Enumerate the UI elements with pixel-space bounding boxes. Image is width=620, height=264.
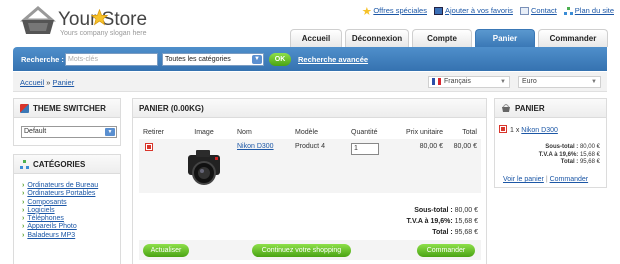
col-header: Prix unitaire xyxy=(406,129,443,136)
continue-shopping-button[interactable]: Continuez votre shopping xyxy=(252,244,351,257)
chevron-down-icon: ▼ xyxy=(500,79,506,85)
breadcrumb-current[interactable]: Panier xyxy=(53,78,75,87)
french-flag-icon xyxy=(432,77,441,85)
view-cart-link[interactable]: Voir le panier xyxy=(503,176,544,183)
mini-cart-totals: Sous-total : 80,00 € T.V.A à 19,6%: 15,6… xyxy=(538,144,600,165)
mini-cart-product-link[interactable]: Nikon D300 xyxy=(521,127,558,134)
tab-panier[interactable]: Panier xyxy=(475,29,535,47)
col-header: Total xyxy=(462,129,477,136)
mini-cart-header: PANIER xyxy=(495,99,606,118)
store-slogan: Yours company slogan here xyxy=(60,30,147,37)
main-nav-tabs: Accueil Déconnexion Compte Panier Comman… xyxy=(290,29,608,47)
mini-checkout-link[interactable]: Commander xyxy=(550,176,589,183)
tab-deconnexion[interactable]: Déconnexion xyxy=(345,29,409,47)
product-model: Product 4 xyxy=(291,139,347,193)
top-links: Offres spéciales Ajouter à vos favoris C… xyxy=(362,6,614,16)
palette-icon xyxy=(20,103,29,113)
remove-checkbox[interactable] xyxy=(146,144,152,150)
cart-box: PANIER (0.00KG) Retirer Image Nom Modèle… xyxy=(132,98,487,264)
category-select[interactable]: Toutes les catégories ▼ xyxy=(162,53,264,66)
search-label: Recherche : xyxy=(21,55,64,64)
col-header: Nom xyxy=(237,129,252,136)
unit-price: 80,00 € xyxy=(391,139,447,193)
tva-line: T.V.A à 19,6%: 15,68 € xyxy=(406,218,479,225)
theme-switcher-box: THEME SWITCHER Default ▼ xyxy=(13,98,121,146)
mini-cart-item: 1 x Nikon D300 xyxy=(500,125,558,134)
row-total: 80,00 € xyxy=(447,139,481,193)
update-cart-button[interactable]: Actualiser xyxy=(143,244,189,257)
mail-icon xyxy=(519,7,529,16)
theme-select[interactable]: Default ▼ xyxy=(21,126,117,138)
tab-accueil[interactable]: Accueil xyxy=(290,29,342,47)
tab-compte[interactable]: Compte xyxy=(412,29,472,47)
special-offers-link[interactable]: Offres spéciales xyxy=(362,6,427,16)
cart-table: Retirer Image Nom Modèle Quantité Prix u… xyxy=(139,126,481,193)
star-logo-icon xyxy=(91,9,108,26)
shopping-basket-icon xyxy=(20,6,56,34)
table-header-row: Retirer Image Nom Modèle Quantité Prix u… xyxy=(139,126,481,139)
breadcrumb-home[interactable]: Accueil xyxy=(20,78,44,87)
category-list: Ordinateurs de Bureau Ordinateurs Portab… xyxy=(22,182,98,240)
cart-totals: Sous-total : 80,00 € T.V.A à 19,6%: 15,6… xyxy=(407,205,479,238)
cart-header: PANIER (0.00KG) xyxy=(133,99,486,118)
list-item[interactable]: Appareils Photo xyxy=(22,223,98,231)
search-ok-button[interactable]: OK xyxy=(269,53,291,66)
table-row: Nikon D300 Product 4 1 80,00 € 80,00 € xyxy=(139,139,481,193)
categories-header: CATÉGORIES xyxy=(14,155,120,174)
product-name-cell: Nikon D300 xyxy=(233,139,291,193)
tab-commander[interactable]: Commander xyxy=(538,29,608,47)
chevron-down-icon: ▼ xyxy=(591,79,597,85)
search-bar: Recherche : Mots-clés Toutes les catégor… xyxy=(13,47,607,71)
col-header: Quantité xyxy=(351,129,378,136)
subtotal-line: Sous-total : 80,00 € xyxy=(414,207,478,214)
bookmark-link[interactable]: Ajouter à vos favoris xyxy=(433,6,513,16)
theme-switcher-header: THEME SWITCHER xyxy=(14,99,120,118)
camera-image[interactable] xyxy=(182,143,226,187)
mini-cart-links: Voir le panier | Commander xyxy=(503,176,589,183)
currency-select[interactable]: Euro ▼ xyxy=(518,76,601,88)
quantity-cell: 1 xyxy=(347,139,391,193)
star-icon xyxy=(362,7,372,16)
col-header: Retirer xyxy=(143,129,165,136)
col-header: Image xyxy=(194,129,214,136)
advanced-search-link[interactable]: Recherche avancée xyxy=(298,55,368,64)
breadcrumb-bar: Accueil » Panier Français ▼ Euro ▼ xyxy=(13,72,607,92)
sitemap-icon xyxy=(20,159,29,169)
shopping-basket-icon xyxy=(502,103,510,112)
list-item[interactable]: Logiciels xyxy=(22,207,98,215)
language-select[interactable]: Français ▼ xyxy=(428,76,510,88)
total-line: Total : 95,68 € xyxy=(432,229,478,236)
bookmark-icon xyxy=(433,7,443,16)
sitemap-icon xyxy=(563,7,573,16)
quantity-input[interactable]: 1 xyxy=(351,143,379,155)
product-image-cell xyxy=(175,139,233,193)
chevron-down-icon: ▼ xyxy=(105,128,115,136)
search-input[interactable]: Mots-clés xyxy=(65,53,158,66)
col-header: Modèle xyxy=(295,129,318,136)
list-item[interactable]: Ordinateurs de Bureau xyxy=(22,182,98,190)
contact-link[interactable]: Contact xyxy=(519,6,557,16)
breadcrumb: Accueil » Panier xyxy=(20,78,75,87)
list-item[interactable]: Ordinateurs Portables xyxy=(22,190,98,198)
chevron-down-icon: ▼ xyxy=(252,55,262,64)
remove-cell xyxy=(139,139,175,193)
list-item[interactable]: Téléphones xyxy=(22,215,98,223)
sitemap-link[interactable]: Plan du site xyxy=(563,6,614,16)
mini-cart-box: PANIER 1 x Nikon D300 Sous-total : 80,00… xyxy=(494,98,607,188)
checkout-button[interactable]: Commander xyxy=(417,244,475,257)
categories-box: CATÉGORIES Ordinateurs de Bureau Ordinat… xyxy=(13,154,121,264)
remove-icon[interactable] xyxy=(500,126,506,132)
product-name-link[interactable]: Nikon D300 xyxy=(237,143,274,150)
list-item[interactable]: Baladeurs MP3 xyxy=(22,232,98,240)
list-item[interactable]: Composants xyxy=(22,199,98,207)
